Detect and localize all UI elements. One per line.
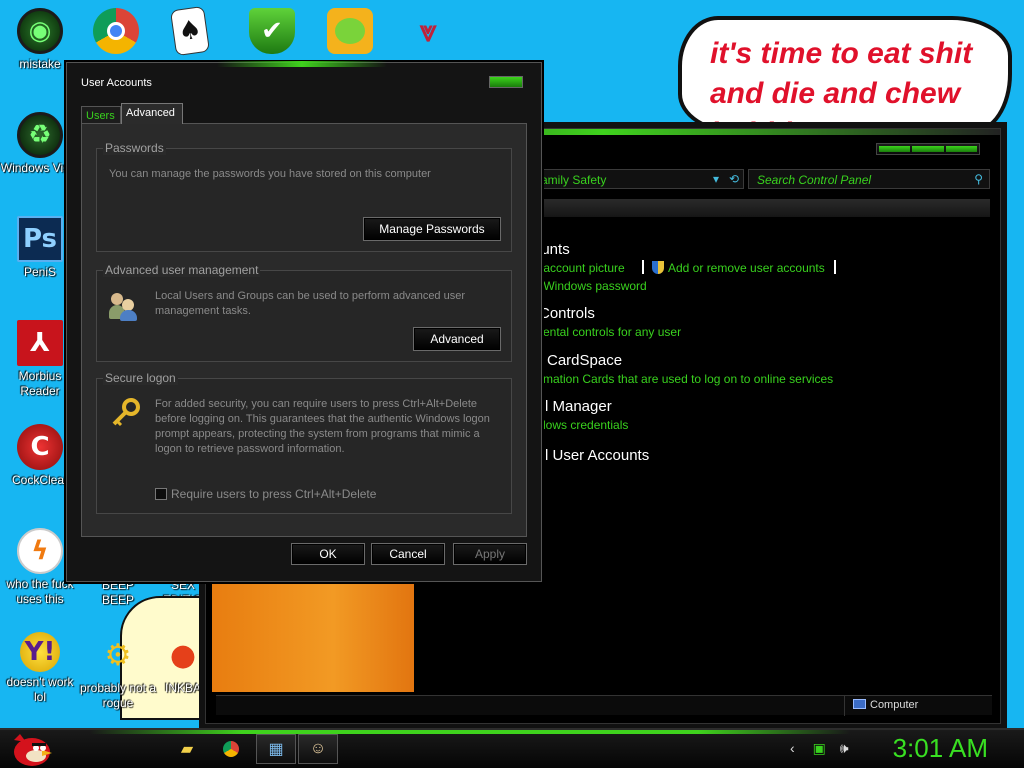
users-icon [109,291,139,321]
search-input[interactable]: Search Control Panel ⚲ [748,169,990,189]
desktop-icon-label: INKBA [164,681,201,695]
clock[interactable]: 3:01 AM [893,733,988,764]
taskbar: ▰ ▦ ☺ ‹ ▣ 🕪 3:01 AM [0,728,1024,768]
manage-passwords-button[interactable]: Manage Passwords [363,217,501,241]
bad-piggies-icon [327,8,373,54]
desktop-icon-label: BEEP BEEP [101,578,134,607]
status-bar: Computer [216,695,992,716]
chrome-taskbar-icon[interactable] [216,734,246,764]
section-heading-mail-user-accounts[interactable]: l User Accounts [545,447,649,464]
ccleaner-icon: C [17,424,63,470]
desktop-icon-chrome[interactable] [76,8,156,54]
green-shield-icon: ✔ [249,8,295,54]
address-bar[interactable]: amily Safety ▾ ⟲ [536,169,744,189]
maximize-button[interactable] [912,146,944,152]
user-accounts-taskbar-button[interactable]: ☺ [298,734,338,764]
search-icon[interactable]: ⚲ [974,172,983,186]
advanced-management-description: Local Users and Groups can be used to pe… [155,290,466,317]
section-heading-parental-controls[interactable]: Controls [539,305,595,322]
control-panel-taskbar-button[interactable]: ▦ [256,734,296,764]
link-add-remove-accounts[interactable]: Add or remove user accounts [652,261,825,275]
speech-bubble: it's time to eat shit and die and chew b… [678,16,1012,134]
yahoo-messenger-icon: Y! [20,632,60,672]
dialog-title: User Accounts [81,77,152,89]
action-center-icon[interactable]: ▣ [813,740,826,756]
desktop-icon-winged-logo[interactable]: ⩔ [388,8,468,54]
link-label: Add or remove user accounts [668,261,825,275]
close-button[interactable] [489,76,523,88]
advanced-button[interactable]: Advanced [413,327,501,351]
desktop-icon-gears[interactable]: ⚙ probably not a rogue [78,632,158,711]
computer-icon [853,699,866,709]
apply-button[interactable]: Apply [453,543,527,565]
section-heading-credential-manager[interactable]: l Manager [545,398,612,415]
chevron-down-icon[interactable]: ▾ [713,172,719,186]
desktop-icon-ink[interactable]: ● INKBA [158,632,208,696]
require-ctrl-alt-delete-checkbox[interactable]: Require users to press Ctrl+Alt+Delete [155,487,376,501]
secure-logon-group: Secure logon For added security, you can… [96,371,512,514]
group-title: Advanced user management [103,263,261,277]
winamp-icon: ϟ [17,528,63,574]
link-parental-controls[interactable]: rental controls for any user [539,325,681,339]
desktop-icon-bad-piggies[interactable] [310,8,390,54]
pdf-reader-icon: ⅄ [17,320,63,366]
window-controls[interactable] [876,143,980,155]
checkbox-box[interactable] [155,488,167,500]
winged-logo-icon: ⩔ [419,13,437,49]
user-accounts-dialog: User Accounts Users Advanced Passwords Y… [66,61,542,582]
cancel-button[interactable]: Cancel [371,543,445,565]
desktop-icon-solitaire[interactable]: ♠ [150,5,230,57]
status-label: Computer [870,699,919,711]
volume-icon[interactable]: 🕪 [840,740,849,756]
recycle-bin-icon: ♻ [17,112,63,158]
link-change-password[interactable]: r Windows password [536,279,647,293]
passwords-description: You can manage the passwords you have st… [109,168,431,180]
section-heading-cardspace[interactable]: CardSpace [547,352,622,369]
link-separator [834,260,836,274]
taskbar-glow [90,730,850,734]
tab-panel-advanced: Passwords You can manage the passwords y… [81,123,527,537]
chevron-left-icon[interactable]: ‹ [790,740,795,756]
minimize-button[interactable] [879,146,911,152]
search-placeholder: Search Control Panel [757,173,872,187]
group-title: Passwords [103,141,166,155]
checkbox-label: Require users to press Ctrl+Alt+Delete [171,487,377,501]
link-windows-credentials[interactable]: dows credentials [539,418,628,432]
tab-advanced[interactable]: Advanced [121,103,183,124]
link-separator [642,260,644,274]
tab-users[interactable]: Users [81,106,121,124]
dialog-glow [217,61,387,67]
close-button[interactable] [945,146,977,152]
link-cardspace[interactable]: rmation Cards that are used to log on to… [539,372,833,386]
secure-logon-description: For added security, you can require user… [155,398,490,455]
photoshop-icon: Ps [17,216,63,262]
start-button-angry-bird-icon[interactable] [6,728,54,768]
advanced-user-management-group: Advanced user management Local Users and… [96,263,512,362]
green-orb-icon: ◉ [17,8,63,54]
address-text: amily Safety [541,173,607,187]
status-computer: Computer [844,696,918,716]
desktop-icon-shield[interactable]: ✔ [232,8,312,54]
link-change-picture[interactable]: r account picture [536,261,625,275]
group-title: Secure logon [103,371,178,385]
chrome-icon [93,8,139,54]
desktop-icon-label: probably not a rogue [79,681,157,710]
key-icon [112,398,140,427]
ok-button[interactable]: OK [291,543,365,565]
orange-wallpaper-block [212,580,414,692]
refresh-icon[interactable]: ⟲ [729,172,739,186]
explorer-taskbar-icon[interactable]: ▰ [172,734,202,764]
gears-icon: ⚙ [104,637,132,673]
desktop-icon-label: doesn't work lol [6,675,74,704]
command-bar [536,199,990,217]
uac-shield-icon [652,261,664,274]
desktop-icon-yahoo[interactable]: Y! doesn't work lol [0,632,80,705]
system-tray: ‹ ▣ 🕪 [790,740,849,757]
ink-icon: ● [169,637,197,673]
passwords-group: Passwords You can manage the passwords y… [96,141,512,252]
solitaire-icon: ♠ [169,5,211,57]
bubble-line: it's time to eat shit [710,37,973,70]
bubble-line: and die and chew [710,77,961,110]
